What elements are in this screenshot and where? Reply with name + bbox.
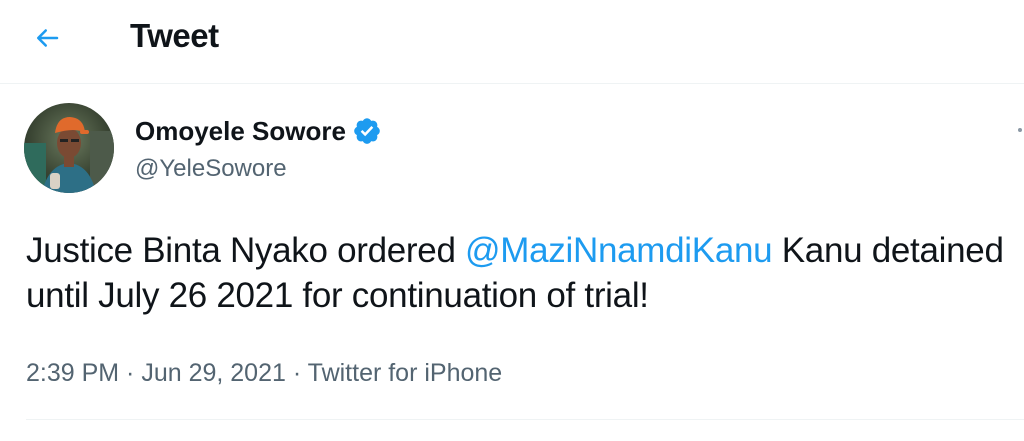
profile-photo-icon xyxy=(24,103,114,193)
tweet-text-part: Justice Binta Nyako ordered xyxy=(26,231,466,270)
tweet-date[interactable]: Jun 29, 2021 xyxy=(141,359,286,387)
tweet-source[interactable]: Twitter for iPhone xyxy=(308,359,503,387)
tweet-time[interactable]: 2:39 PM xyxy=(26,359,119,387)
mention-link[interactable]: @MaziNnamdiKanu xyxy=(465,231,773,270)
tweet-text: Justice Binta Nyako ordered @MaziNnamdiK… xyxy=(26,228,1006,318)
scrollbar-indicator[interactable] xyxy=(1018,128,1022,132)
header-bar: Tweet xyxy=(0,0,1024,84)
avatar[interactable] xyxy=(24,103,114,193)
divider xyxy=(26,419,1024,420)
author-name-row[interactable]: Omoyele Sowore xyxy=(135,116,382,146)
author-handle[interactable]: @YeleSowore xyxy=(135,154,287,184)
meta-separator: · xyxy=(285,359,308,387)
back-button[interactable] xyxy=(32,20,76,56)
arrow-left-icon xyxy=(36,29,59,47)
author-name: Omoyele Sowore xyxy=(135,116,346,146)
page-title: Tweet xyxy=(130,17,219,54)
tweet-metadata: 2:39 PM · Jun 29, 2021 · Twitter for iPh… xyxy=(26,357,502,389)
verified-badge-icon xyxy=(352,116,382,146)
meta-separator: · xyxy=(119,359,142,387)
